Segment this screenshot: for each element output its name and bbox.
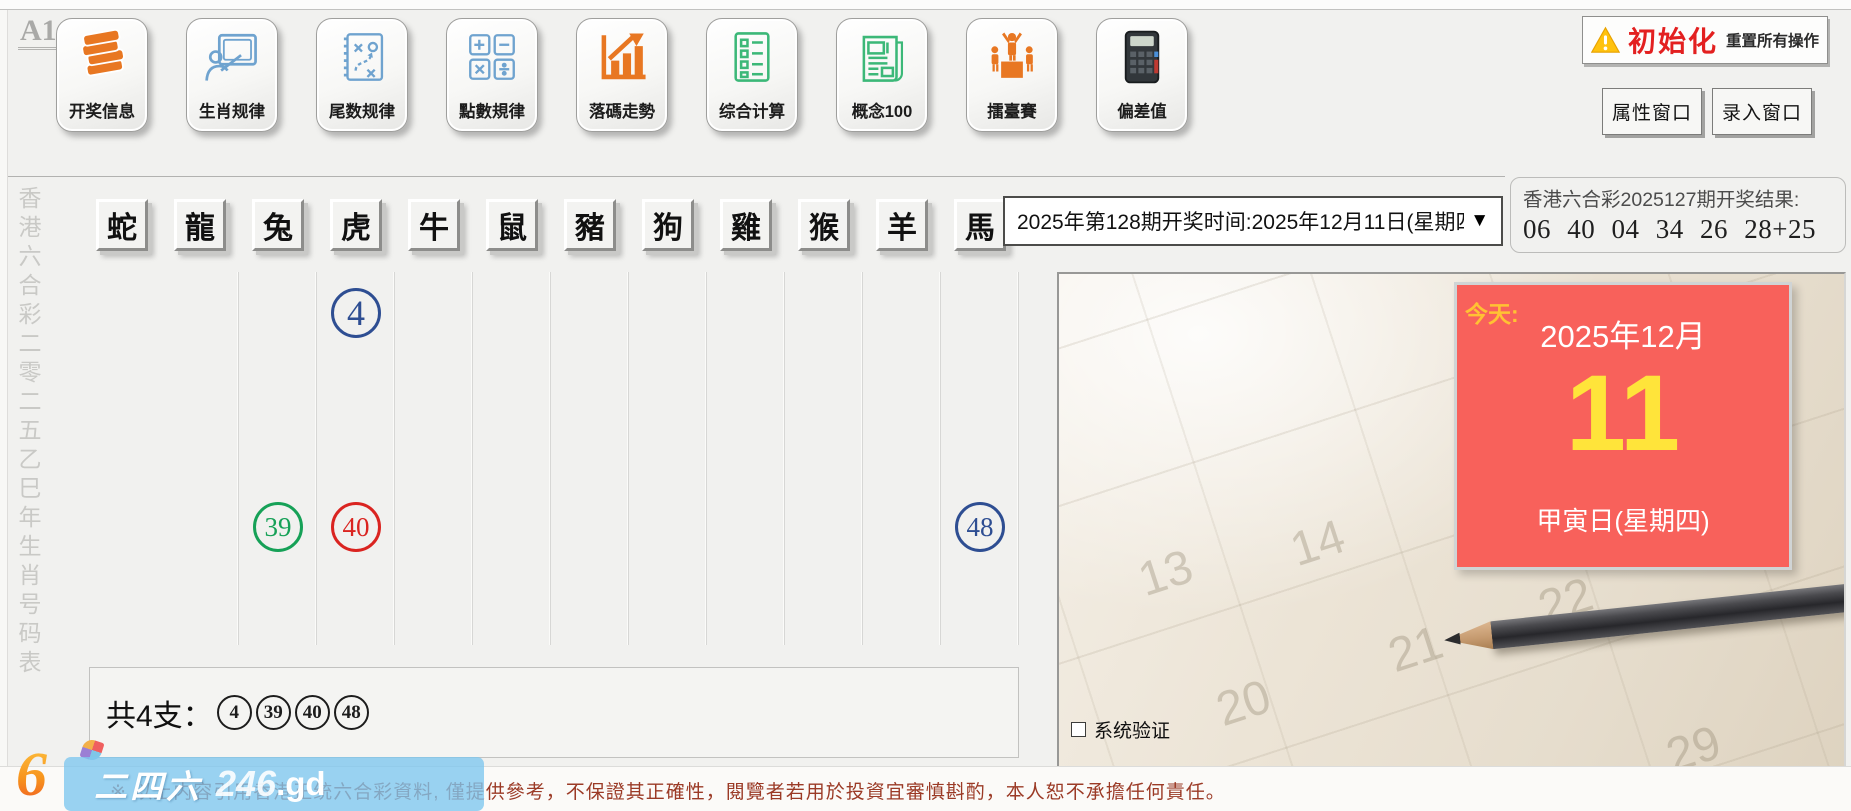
zodiac-button-9[interactable]: 雞 [720,199,772,251]
grid-column-line [472,272,473,645]
grid-column-line [706,272,707,645]
zodiac-button-7[interactable]: 豬 [564,199,616,251]
toolbar-button-label: 偏差值 [1117,98,1167,122]
math-icon [463,28,521,86]
toolbar-button-checklist[interactable]: 综合计算 [706,18,798,132]
chevron-down-icon: ▼ [1470,210,1489,232]
footer-bar: ※ 以上内容引用香港正统六合彩資料, 僅提供參考，不保證其正確性，閱覽者若用於投… [0,766,1851,811]
today-card: 今天: 2025年12月 11 甲寅日(星期四) [1454,282,1792,570]
toolbar-button-news[interactable]: 概念100 [836,18,928,132]
zodiac-button-5[interactable]: 牛 [408,199,460,251]
summary-box: 共4支： 4394048 [89,667,1019,758]
presenter-icon [203,28,261,86]
zodiac-button-12[interactable]: 馬 [954,199,1006,251]
side-caption: 香港六合彩二零二五乙巳年生肖号码表 [11,186,45,679]
entry-window-button[interactable]: 录入窗口 [1712,88,1812,135]
grid-number-39: 39 [253,502,303,552]
toolbar-button-label: 落碼走勢 [589,98,655,122]
last-result-numbers: 06 40 04 34 26 28+25 [1523,214,1833,245]
summary-numbers: 4394048 [217,695,369,730]
toolbar-button-label: 综合计算 [719,98,785,122]
corner-label: A1 [18,16,59,50]
disclaimer-text: ※ 以上内容引用香港正统六合彩資料, 僅提供參考，不保證其正確性，閱覽者若用於投… [110,777,1226,804]
grid-column-line [238,272,239,645]
initialize-button[interactable]: 初始化 重置所有操作 [1582,16,1828,64]
zodiac-button-3[interactable]: 兔 [252,199,304,251]
summary-number-39: 39 [256,695,291,730]
toolbar-divider [8,176,1505,177]
app-window: A1 开奖信息 生肖规律 尾数规律 點數規律 落碼走勢 综合计算 概念100 擂臺賽 偏差值 初… [0,0,1851,811]
zodiac-button-6[interactable]: 鼠 [486,199,538,251]
grid-column-line [862,272,863,645]
grid-column-line [394,272,395,645]
last-result-title: 香港六合彩2025127期开奖结果: [1523,183,1833,212]
zodiac-button-8[interactable]: 狗 [642,199,694,251]
zodiac-number-grid: 4 39 40 48 [83,272,1019,645]
summary-number-48: 48 [334,695,369,730]
window-left-strip [0,10,8,811]
zodiac-button-2[interactable]: 龍 [174,199,226,251]
toolbar-button-chart[interactable]: 落碼走勢 [576,18,668,132]
calendar-day-info: 甲寅日(星期四) [1457,501,1789,538]
period-dropdown[interactable]: 2025年第128期开奖时间:2025年12月11日(星期四) ▼ [1003,196,1503,246]
toolbar-button-calculator[interactable]: 偏差值 [1096,18,1188,132]
grid-number-40: 40 [331,502,381,552]
toolbar-button-presenter[interactable]: 生肖规律 [186,18,278,132]
zodiac-button-1[interactable]: 蛇 [96,199,148,251]
grid-number-48: 48 [955,502,1005,552]
books-icon [73,28,131,86]
zodiac-row: 蛇龍兔虎牛鼠豬狗雞猴羊馬 [0,199,1100,255]
warning-icon [1591,22,1620,58]
reset-all-label: 重置所有操作 [1726,29,1819,51]
last-result-panel: 香港六合彩2025127期开奖结果: 06 40 04 34 26 28+25 [1510,177,1846,253]
toolbar-button-label: 概念100 [852,98,913,122]
system-verify-checkbox[interactable] [1071,722,1086,737]
system-verify-label: 系统验证 [1094,716,1170,743]
summary-label: 共4支： [106,691,213,735]
toolbar-button-math[interactable]: 點數規律 [446,18,538,132]
strategy-icon [333,28,391,86]
chart-icon [593,28,651,86]
calendar-day: 11 [1457,359,1789,467]
zodiac-button-11[interactable]: 羊 [876,199,928,251]
toolbar-button-books[interactable]: 开奖信息 [56,18,148,132]
toolbar-button-label: 擂臺賽 [987,98,1037,122]
toolbar-button-label: 尾数规律 [329,98,395,122]
grid-number-4: 4 [331,288,381,338]
podium-icon [983,28,1041,86]
toolbar-button-strategy[interactable]: 尾数规律 [316,18,408,132]
calendar-panel: 131420212229 今天: 2025年12月 11 甲寅日(星期四) 系统… [1057,272,1846,778]
toolbar-button-label: 點數規律 [459,98,525,122]
grid-column-line [1018,272,1019,645]
grid-column-line [628,272,629,645]
zodiac-button-10[interactable]: 猴 [798,199,850,251]
initialize-label: 初始化 [1628,20,1718,60]
toolbar: 开奖信息 生肖规律 尾数规律 點數規律 落碼走勢 综合计算 概念100 擂臺賽 偏差值 [56,18,1188,132]
calculator-icon [1113,28,1171,86]
toolbar-button-label: 生肖规律 [199,98,265,122]
grid-column-line [316,272,317,645]
toolbar-button-podium[interactable]: 擂臺賽 [966,18,1058,132]
system-verify-row[interactable]: 系统验证 [1071,716,1170,743]
grid-column-line [784,272,785,645]
grid-column-line [550,272,551,645]
checklist-icon [723,28,781,86]
news-icon [853,28,911,86]
window-top-strip [0,0,1851,10]
toolbar-button-label: 开奖信息 [69,98,135,122]
summary-number-4: 4 [217,695,252,730]
period-dropdown-value: 2025年第128期开奖时间:2025年12月11日(星期四) [1017,206,1464,236]
summary-number-40: 40 [295,695,330,730]
zodiac-button-4[interactable]: 虎 [330,199,382,251]
property-window-button[interactable]: 属性窗口 [1602,88,1702,135]
grid-column-line [940,272,941,645]
calendar-month: 2025年12月 [1457,311,1789,356]
